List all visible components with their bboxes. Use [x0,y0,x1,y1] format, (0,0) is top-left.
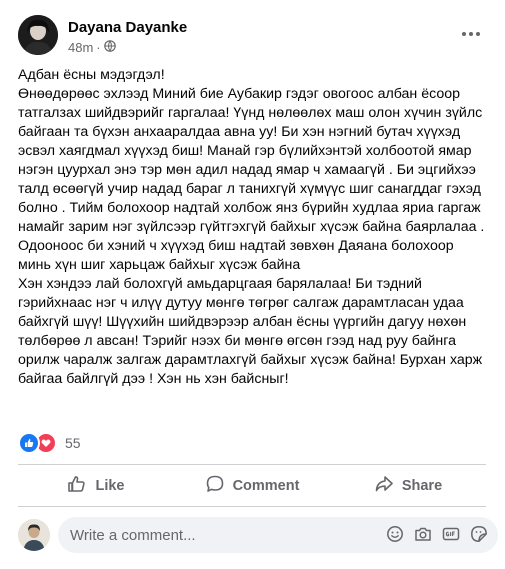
author-name[interactable]: Dayana Dayanke [68,19,187,36]
sticker-icon[interactable] [470,525,488,543]
post-text: Адбан ёсны мэдэгдэл! Өнөөдөрөөс эхлээд М… [18,66,490,389]
comment-icon [205,474,225,498]
share-button[interactable]: Share [330,468,486,504]
like-button[interactable]: Like [18,468,174,504]
divider [18,464,486,465]
comment-label: Comment [232,478,300,494]
post-paragraph: Хэн хэндээ лай болохгүй амьдарцгаая баря… [18,276,483,387]
comment-placeholder: Write a comment... [70,527,196,544]
divider [18,506,486,507]
post-timestamp[interactable]: 48m [68,40,93,55]
post-meta: 48m · [68,40,116,55]
like-icon [18,432,40,454]
post-paragraph: Адбан ёсны мэдэгдэл! Өнөөдөрөөс эхлээд М… [18,67,485,273]
like-label: Like [95,478,125,494]
emoji-icon[interactable] [386,525,404,543]
share-icon [374,474,394,498]
gif-icon[interactable] [442,525,460,543]
reactions-summary[interactable]: 55 [18,432,81,454]
comment-tools [386,525,488,543]
more-options-icon[interactable] [459,22,483,46]
comment-input[interactable]: Write a comment... [58,517,498,553]
camera-icon[interactable] [414,525,432,543]
author-avatar[interactable] [18,15,58,55]
like-outline-icon [67,474,87,498]
public-globe-icon [103,40,116,55]
meta-separator: · [96,40,101,55]
reactions-count[interactable]: 55 [65,435,81,451]
current-user-avatar[interactable] [18,519,50,551]
post-actions: Like Comment Share [18,468,486,504]
comment-button[interactable]: Comment [174,468,330,504]
share-label: Share [401,478,443,494]
post-card: Dayana Dayanke 48m · Адбан ёсны мэдэгдэл… [0,0,505,569]
